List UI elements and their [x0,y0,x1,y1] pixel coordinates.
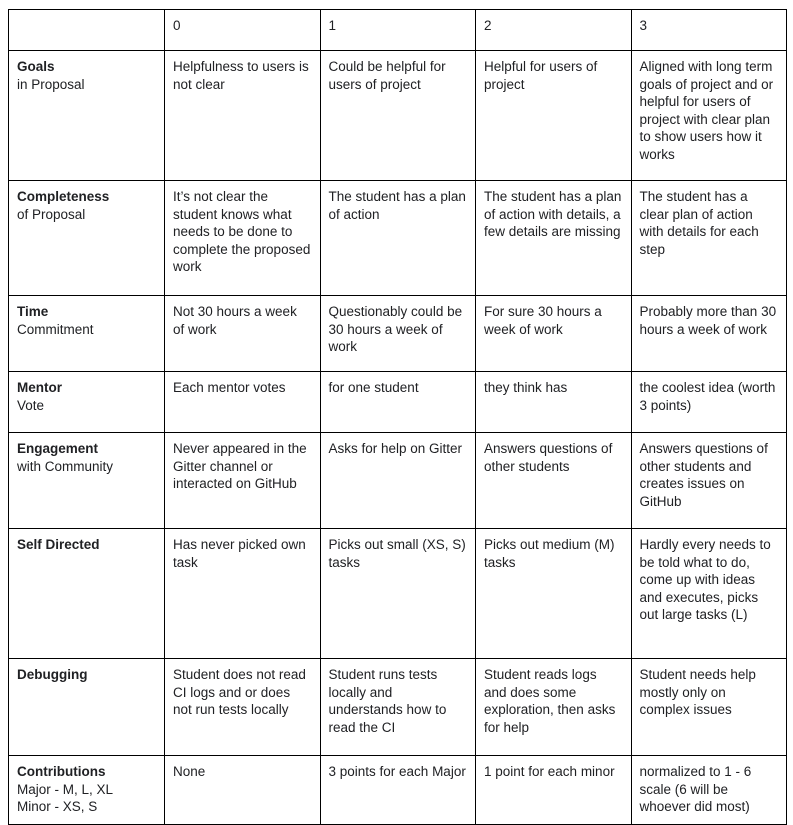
table-row: Time Commitment Not 30 hours a week of w… [8,295,787,372]
descriptor-cell-time-1: Questionably could be 30 hours a week of… [319,295,476,372]
descriptor-cell-self-directed-2: Picks out medium (M) tasks [475,528,632,659]
criterion-title: Completeness [17,189,110,204]
descriptor-cell-mentor-0: Each mentor votes [164,371,321,433]
descriptor-cell-goals-0: Helpfulness to users is not clear [164,50,321,181]
criterion-cell-engagement: Engagement with Community [8,432,165,529]
criterion-cell-goals: Goals in Proposal [8,50,165,181]
descriptor-cell-completeness-2: The student has a plan of action with de… [475,180,632,296]
descriptor-cell-goals-3: Aligned with long term goals of project … [630,50,787,181]
descriptor-cell-engagement-3: Answers questions of other students and … [630,432,787,529]
table-row: Goals in Proposal Helpfulness to users i… [8,50,787,181]
criterion-subtitle: Vote [17,397,45,413]
descriptor-cell-engagement-0: Never appeared in the Gitter channel or … [164,432,321,529]
descriptor-cell-time-3: Probably more than 30 hours a week of wo… [630,295,787,372]
criterion-title: Debugging [17,667,88,682]
column-header-score-2: 2 [475,9,632,51]
descriptor-cell-contributions-0: None [164,755,321,825]
criterion-title: Time [17,304,49,319]
descriptor-cell-time-2: For sure 30 hours a week of work [475,295,632,372]
descriptor-cell-contributions-3: normalized to 1 - 6 scale (6 will be who… [630,755,787,825]
table-corner-cell [8,9,165,51]
criterion-subtitle: of Proposal [17,206,86,222]
criterion-title: Mentor [17,380,62,395]
rubric-table-body: 0 1 2 3 Goals in Proposal Helpfulness to… [8,9,787,825]
descriptor-cell-goals-1: Could be helpful for users of project [319,50,476,181]
descriptor-cell-mentor-3: the coolest idea (worth 3 points) [630,371,787,433]
criterion-cell-completeness: Completeness of Proposal [8,180,165,296]
criterion-title: Engagement [17,441,99,456]
table-header-row: 0 1 2 3 [8,9,787,51]
criterion-subtitle: Major - M, L, XL Minor - XS, S [17,781,114,815]
descriptor-cell-goals-2: Helpful for users of project [475,50,632,181]
descriptor-cell-self-directed-1: Picks out small (XS, S) tasks [319,528,476,659]
descriptor-cell-debugging-0: Student does not read CI logs and or doe… [164,658,321,756]
column-header-score-3: 3 [630,9,787,51]
descriptor-cell-engagement-2: Answers questions of other students [475,432,632,529]
criterion-cell-time: Time Commitment [8,295,165,372]
descriptor-cell-self-directed-0: Has never picked own task [164,528,321,659]
descriptor-cell-debugging-3: Student needs help mostly only on comple… [630,658,787,756]
criterion-title: Contributions [17,764,106,779]
table-row: Mentor Vote Each mentor votes for one st… [8,371,787,433]
criterion-cell-contributions: Contributions Major - M, L, XL Minor - XS… [8,755,165,825]
descriptor-cell-time-0: Not 30 hours a week of work [164,295,321,372]
column-header-score-0: 0 [164,9,321,51]
criterion-subtitle: in Proposal [17,76,85,92]
descriptor-cell-debugging-2: Student reads logs and does some explora… [475,658,632,756]
descriptor-cell-contributions-2: 1 point for each minor [475,755,632,825]
rubric-table-container: 0 1 2 3 Goals in Proposal Helpfulness to… [8,9,787,825]
descriptor-cell-self-directed-3: Hardly every needs to be told what to do… [630,528,787,659]
descriptor-cell-completeness-0: It’s not clear the student knows what ne… [164,180,321,296]
table-row: Debugging Student does not read CI logs … [8,658,787,756]
column-header-score-1: 1 [319,9,476,51]
criterion-title: Goals [17,59,55,74]
criterion-cell-mentor: Mentor Vote [8,371,165,433]
table-row: Contributions Major - M, L, XL Minor - XS… [8,755,787,825]
criterion-subtitle: Commitment [17,321,94,337]
descriptor-cell-mentor-1: for one student [319,371,476,433]
descriptor-cell-contributions-1: 3 points for each Major [319,755,476,825]
descriptor-cell-debugging-1: Student runs tests locally and understan… [319,658,476,756]
criterion-subtitle: with Community [17,458,114,474]
criterion-cell-debugging: Debugging [8,658,165,756]
table-row: Completeness of Proposal It’s not clear … [8,180,787,296]
rubric-table: 0 1 2 3 Goals in Proposal Helpfulness to… [8,9,787,825]
criterion-cell-self-directed: Self Directed [8,528,165,659]
descriptor-cell-completeness-3: The student has a clear plan of action w… [630,180,787,296]
table-row: Self Directed Has never picked own task … [8,528,787,659]
descriptor-cell-completeness-1: The student has a plan of action [319,180,476,296]
descriptor-cell-engagement-1: Asks for help on Gitter [319,432,476,529]
criterion-title: Self Directed [17,537,100,552]
table-row: Engagement with Community Never appeared… [8,432,787,529]
descriptor-cell-mentor-2: they think has [475,371,632,433]
